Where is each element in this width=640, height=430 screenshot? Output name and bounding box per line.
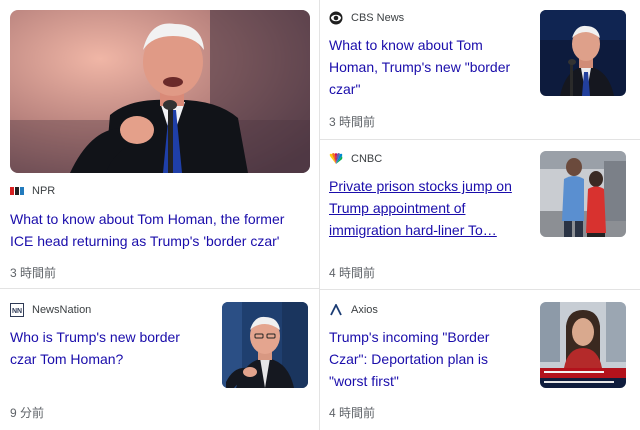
cnbc-headline-link[interactable]: Private prison stocks jump on Trump appo…	[329, 175, 525, 241]
cnbc-timestamp: 4 時間前	[329, 266, 376, 280]
cnbc-thumbnail[interactable]	[540, 151, 626, 237]
axios-source-name: Axios	[351, 304, 378, 316]
newsnation-headline-link[interactable]: Who is Trump's new border czar Tom Homan…	[10, 326, 210, 370]
axios-headline-link[interactable]: Trump's incoming "Border Czar": Deportat…	[329, 326, 525, 392]
column-divider	[319, 0, 320, 430]
cbs-source: CBS News	[329, 10, 404, 26]
newsnation-thumbnail[interactable]	[222, 302, 308, 388]
newsnation-timestamp: 9 分前	[10, 406, 45, 420]
svg-text:NN: NN	[12, 308, 22, 315]
cbs-thumbnail[interactable]	[540, 10, 626, 96]
cbs-source-name: CBS News	[351, 12, 405, 24]
cbs-timestamp: 3 時間前	[329, 115, 376, 129]
cnbc-peacock-logo-icon	[329, 152, 343, 166]
newsnation-source-name: NewsNation	[32, 304, 92, 316]
axios-timestamp: 4 時間前	[329, 406, 376, 420]
cbs-eye-logo-icon	[329, 11, 343, 25]
axios-source: Axios	[329, 302, 378, 318]
right-divider-1	[319, 139, 640, 140]
right-divider-2	[319, 289, 640, 290]
hero-headline-link[interactable]: What to know about Tom Homan, the former…	[10, 208, 310, 252]
hero-source: NPR	[10, 183, 55, 199]
newsnation-source: NN NewsNation	[10, 302, 91, 318]
hero-story-image[interactable]	[10, 10, 310, 173]
axios-thumbnail[interactable]	[540, 302, 626, 388]
cnbc-source: CNBC	[329, 151, 382, 167]
axios-logo-icon	[329, 303, 343, 317]
cnbc-source-name: CNBC	[351, 153, 383, 165]
newsnation-logo-icon: NN	[10, 303, 24, 317]
hero-source-name: NPR	[32, 185, 56, 197]
left-divider	[0, 288, 319, 289]
npr-logo-icon	[10, 184, 24, 198]
cbs-headline-link[interactable]: What to know about Tom Homan, Trump's ne…	[329, 34, 524, 100]
hero-timestamp: 3 時間前	[10, 266, 57, 280]
